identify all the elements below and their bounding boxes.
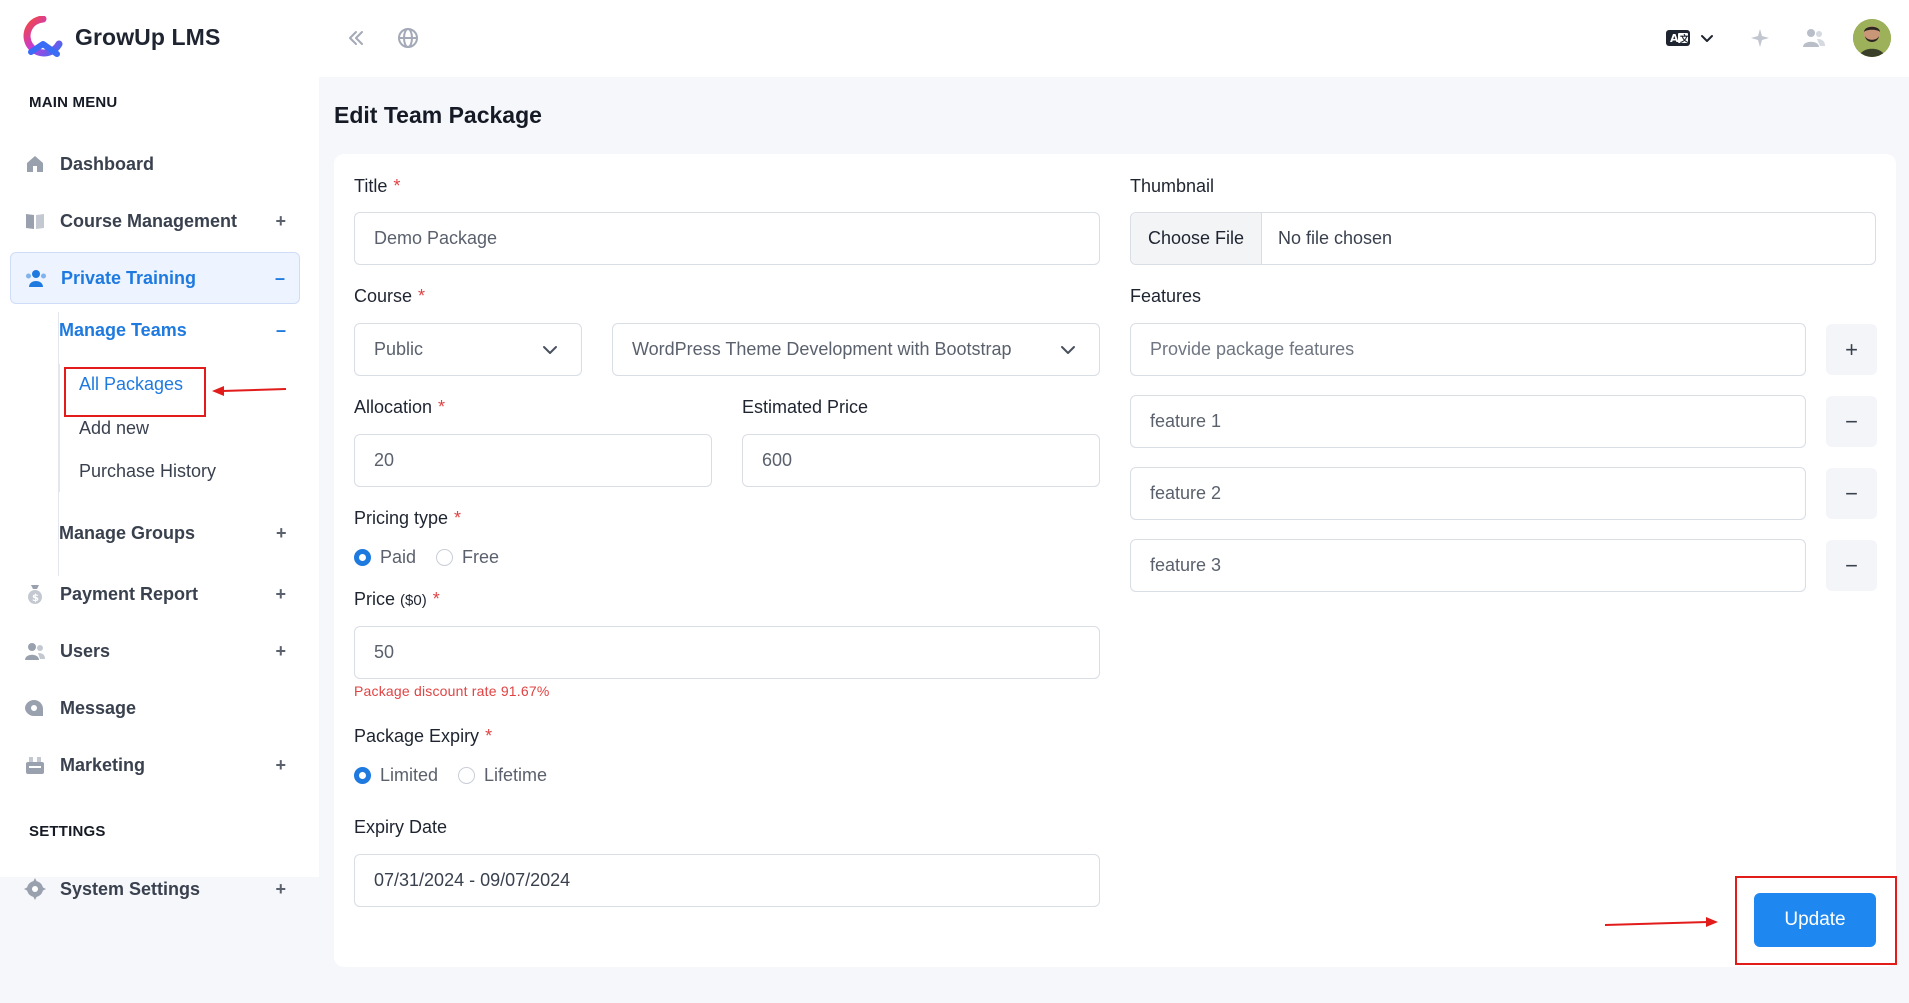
- annotation-arrow-icon: [212, 386, 287, 396]
- annotation-arrow-icon: [1604, 917, 1718, 927]
- annotation-arrows: [212, 386, 1718, 927]
